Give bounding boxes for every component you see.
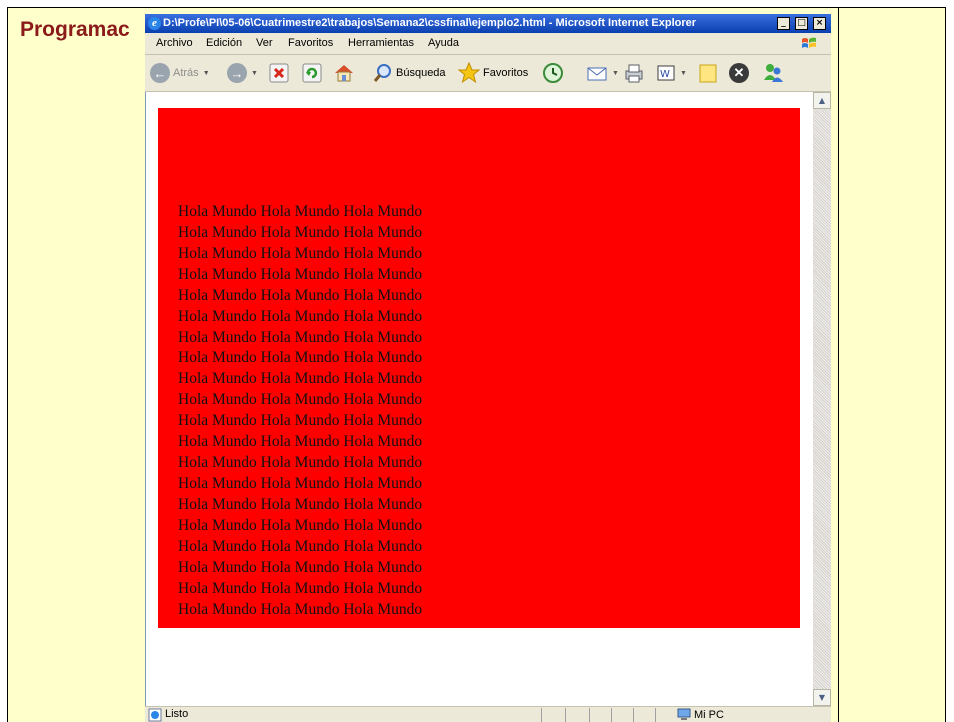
status-divider [611,708,612,722]
messenger-button[interactable] [762,61,784,85]
refresh-button[interactable] [302,61,322,85]
favorites-button[interactable]: Favoritos [458,61,528,85]
stop-button[interactable] [269,61,289,85]
hola-mundo-line: Hola Mundo Hola Mundo Hola Mundo [178,454,423,472]
status-divider [541,708,542,722]
hola-mundo-line: Hola Mundo Hola Mundo Hola Mundo [178,223,423,241]
edit-dropdown-icon[interactable]: ▼ [680,70,687,77]
mail-dropdown-icon[interactable]: ▼ [612,70,619,77]
status-text: Listo [165,708,189,720]
history-button[interactable] [542,61,564,85]
forward-button[interactable]: → ▼ [227,61,258,85]
home-icon [335,65,353,82]
hola-mundo-line: Hola Mundo Hola Mundo Hola Mundo [178,370,423,388]
hola-mundo-line: Hola Mundo Hola Mundo Hola Mundo [178,537,423,555]
hola-mundo-line: Hola Mundo Hola Mundo Hola Mundo [178,203,423,220]
refresh-icon [302,63,322,83]
hola-mundo-line: Hola Mundo Hola Mundo Hola Mundo [178,579,423,597]
status-divider [655,708,656,722]
favorites-star-icon [458,62,480,84]
toolbar: ← Atrás ▼ → ▼ Búsqueda Favoritos ▼ W ▼ ✕ [145,55,831,92]
search-button[interactable]: Búsqueda [373,61,446,85]
hola-mundo-line: Hola Mundo Hola Mundo Hola Mundo [178,474,423,492]
mail-button[interactable]: ▼ [586,61,619,85]
print-button[interactable] [623,61,645,85]
status-bar: Listo Mi PC [145,706,831,722]
messenger-icon [764,64,783,82]
back-label: Atrás [173,67,199,79]
windows-flag-icon [802,37,816,48]
search-icon [373,64,391,82]
maximize-button[interactable]: □ [795,17,808,30]
x-circle-icon: ✕ [729,63,749,83]
computer-icon [677,708,691,720]
history-icon [543,63,563,83]
research-button[interactable]: ✕ [729,61,749,85]
title-bar[interactable]: e D:\Profe\PI\05-06\Cuatrimestre2\trabaj… [145,14,831,33]
hola-mundo-line: Hola Mundo Hola Mundo Hola Mundo [178,244,423,262]
stop-icon [269,63,289,83]
status-divider [633,708,634,722]
red-content-box: Hola Mundo Hola Mundo Hola Mundo Hola Mun… [158,108,800,628]
menu-herramientas[interactable]: Herramientas [348,37,414,49]
menu-bar: Archivo Edición Ver Favoritos Herramient… [145,33,831,55]
favorites-label: Favoritos [483,67,529,79]
hola-mundo-text: Hola Mundo Hola Mundo Hola Mundo Hola Mun… [178,202,422,620]
ie-window: e D:\Profe\PI\05-06\Cuatrimestre2\trabaj… [145,14,831,722]
hola-mundo-line: Hola Mundo Hola Mundo Hola Mundo [178,558,423,576]
search-label: Búsqueda [396,67,446,79]
mail-icon [587,67,607,81]
svg-text:W: W [660,69,670,80]
page-done-icon [148,708,162,722]
back-dropdown-icon[interactable]: ▼ [203,70,210,77]
word-icon: W [657,65,675,81]
zone-label: Mi PC [694,708,724,721]
scroll-up-button[interactable]: ▲ [813,92,831,109]
print-icon [625,64,643,83]
page-viewport[interactable]: Hola Mundo Hola Mundo Hola Mundo Hola Mun… [145,92,813,706]
close-button[interactable]: × [813,17,826,30]
security-zone: Mi PC [677,708,724,721]
hola-mundo-line: Hola Mundo Hola Mundo Hola Mundo [178,600,423,618]
hola-mundo-line: Hola Mundo Hola Mundo Hola Mundo [178,433,423,451]
back-arrow-icon: ← [150,63,170,83]
hola-mundo-line: Hola Mundo Hola Mundo Hola Mundo [178,495,423,513]
discuss-button[interactable] [698,61,718,85]
forward-dropdown-icon[interactable]: ▼ [251,70,258,77]
note-icon [699,64,717,83]
forward-arrow-icon: → [227,63,247,83]
status-divider [565,708,566,722]
hola-mundo-line: Hola Mundo Hola Mundo Hola Mundo [178,265,423,283]
hola-mundo-line: Hola Mundo Hola Mundo Hola Mundo [178,307,423,325]
status-divider [589,708,590,722]
minimize-button[interactable]: _ [777,17,790,30]
menu-favoritos[interactable]: Favoritos [288,37,333,49]
hola-mundo-line: Hola Mundo Hola Mundo Hola Mundo [178,516,423,534]
back-button[interactable]: ← Atrás ▼ [150,61,210,85]
vertical-scrollbar[interactable]: ▲ ▼ [813,92,831,706]
edit-word-button[interactable]: W ▼ [656,61,687,85]
scroll-down-button[interactable]: ▼ [813,689,831,706]
window-title: D:\Profe\PI\05-06\Cuatrimestre2\trabajos… [163,17,697,29]
hola-mundo-line: Hola Mundo Hola Mundo Hola Mundo [178,349,423,367]
menu-archivo[interactable]: Archivo [156,37,193,49]
hola-mundo-line: Hola Mundo Hola Mundo Hola Mundo [178,412,423,430]
slide-title: Programac [20,18,130,41]
ie-logo-icon: e [148,17,161,30]
hola-mundo-line: Hola Mundo Hola Mundo Hola Mundo [178,286,423,304]
home-button[interactable] [333,61,355,85]
menu-ayuda[interactable]: Ayuda [428,37,459,49]
menu-ver[interactable]: Ver [256,37,273,49]
slide-divider [838,8,839,722]
menu-edicion[interactable]: Edición [206,37,242,49]
hola-mundo-line: Hola Mundo Hola Mundo Hola Mundo [178,391,423,409]
hola-mundo-line: Hola Mundo Hola Mundo Hola Mundo [178,328,423,346]
